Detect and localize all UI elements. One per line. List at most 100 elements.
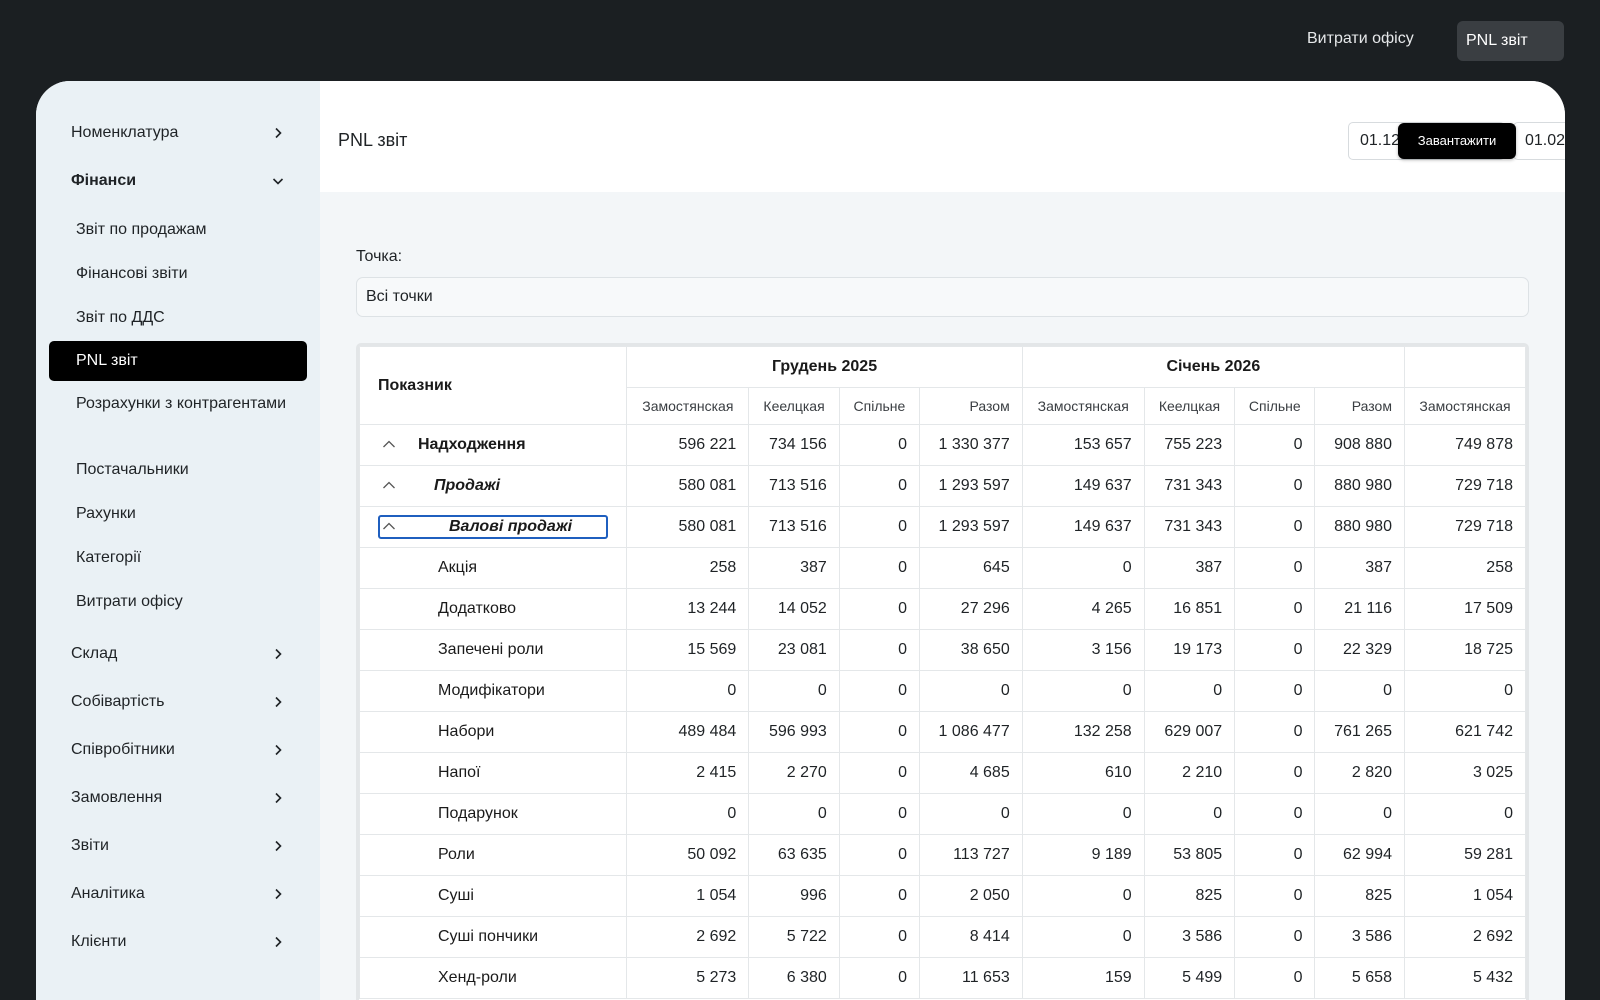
column-header: Замостянская	[626, 387, 750, 425]
sidebar-group-звіти[interactable]: Звіти	[71, 834, 286, 858]
sidebar-item-звіт-по-продажам[interactable]: Звіт по продажам	[49, 219, 307, 241]
table-cell: 387	[748, 547, 840, 589]
sidebar-item-звіт-по-ддс[interactable]: Звіт по ДДС	[49, 307, 307, 329]
table-cell: 1 086 477	[919, 711, 1023, 753]
row-label-cell: Запечені роли	[359, 629, 628, 671]
column-header: Кеелцкая	[1143, 387, 1236, 425]
sidebar-group-собівартість[interactable]: Собівартість	[71, 690, 286, 714]
sidebar-group-замовлення[interactable]: Замовлення	[71, 786, 286, 810]
collapse-toggle[interactable]	[380, 436, 398, 454]
table-cell: 0	[838, 752, 921, 794]
chevron-down-icon	[270, 173, 286, 189]
sidebar-item-label: PNL звіт	[76, 352, 138, 369]
table-cell: 16 851	[1143, 588, 1236, 630]
table-cell: 749 878	[1403, 424, 1526, 466]
table-cell: 2 415	[626, 752, 750, 794]
row-label: Набори	[438, 723, 495, 740]
table-cell: 159	[1021, 957, 1145, 999]
table-row: Запечені роли 15 569 23 081 0 38 650 3 156 19 …	[359, 629, 1526, 671]
table-cell: 0	[1314, 670, 1405, 712]
sidebar-item-фінансові-звіти[interactable]: Фінансові звіти	[49, 263, 307, 285]
load-button[interactable]: Завантажити	[1398, 123, 1516, 159]
table-cell: 0	[838, 916, 921, 958]
chevron-up-icon	[382, 477, 396, 495]
table-cell: 0	[1234, 424, 1316, 466]
sidebar-group-label: Співробітники	[71, 741, 175, 758]
table-cell: 0	[919, 793, 1023, 835]
table-row: Суші пончики 2 692 5 722 0 8 414 0 3 586 0 3 586…	[359, 916, 1526, 958]
table-cell: 149 637	[1021, 465, 1145, 507]
table-cell: 0	[1021, 875, 1145, 917]
table-cell: 19 173	[1143, 629, 1236, 671]
sidebar-item-рахунки[interactable]: Рахунки	[49, 503, 307, 525]
table-cell: 0	[748, 670, 840, 712]
chevron-right-icon	[270, 790, 286, 806]
column-header: Спільне	[838, 387, 921, 425]
point-filter-select[interactable]: Всі точки	[356, 277, 1529, 317]
table-cell: 0	[838, 670, 921, 712]
table-cell: 2 692	[626, 916, 750, 958]
sidebar-item-pnl-звіт[interactable]: PNL звіт	[49, 341, 307, 381]
table-cell: 27 296	[919, 588, 1023, 630]
table-cell: 387	[1143, 547, 1236, 589]
table-cell: 0	[1021, 916, 1145, 958]
column-header: Кеелцкая	[748, 387, 840, 425]
table-cell: 621 742	[1403, 711, 1526, 753]
table-cell: 21 116	[1314, 588, 1405, 630]
row-label: Суші пончики	[438, 928, 538, 945]
nav-office-expenses[interactable]: Витрати офісу	[1307, 30, 1414, 48]
table-row: Валові продажі 580 081 713 516 0 1 293 597 14…	[359, 506, 1526, 548]
table-cell: 996	[748, 875, 840, 917]
table-cell: 23 081	[748, 629, 840, 671]
sidebar-item-категорії[interactable]: Категорії	[49, 547, 307, 569]
sidebar-group-аналітика[interactable]: Аналітика	[71, 882, 286, 906]
row-label: Додатково	[438, 600, 517, 617]
table-cell: 734 156	[748, 424, 840, 466]
table-cell: 0	[626, 793, 750, 835]
sidebar-item-витрати-офісу[interactable]: Витрати офісу	[49, 591, 307, 613]
table-cell: 0	[1234, 465, 1316, 507]
page-title: PNL звіт	[338, 130, 408, 150]
month-header-empty	[1403, 346, 1526, 389]
sidebar: Номенклатура Фінанси Звіт по продажам Фі…	[36, 81, 320, 1000]
table-cell: 0	[1143, 670, 1236, 712]
row-label-cell: Акція	[359, 547, 628, 589]
indicator-header: Показник	[359, 346, 628, 425]
sidebar-item-розрахунки-з-контрагентами[interactable]: Розрахунки з контрагентами	[49, 393, 307, 415]
sidebar-item-label: Звіт по ДДС	[76, 309, 165, 326]
sidebar-group-співробітники[interactable]: Співробітники	[71, 738, 286, 762]
sidebar-item-label: Категорії	[76, 549, 142, 566]
table-cell: 0	[838, 465, 921, 507]
sidebar-group-label: Номенклатура	[71, 124, 179, 141]
pnl-table: Показник Грудень 2025 Січень 2026 Замост…	[359, 346, 1526, 999]
sidebar-item-постачальники[interactable]: Постачальники	[49, 459, 307, 481]
table-cell: 0	[838, 957, 921, 999]
table-cell: 17 509	[1403, 588, 1526, 630]
sidebar-item-label: Розрахунки з контрагентами	[76, 395, 287, 412]
sidebar-group-клієнти[interactable]: Клієнти	[71, 930, 286, 954]
point-filter-label: Точка:	[356, 248, 403, 265]
sidebar-group-склад[interactable]: Склад	[71, 642, 286, 666]
table-cell: 2 050	[919, 875, 1023, 917]
table-cell: 0	[1021, 793, 1145, 835]
sidebar-group-label: Аналітика	[71, 885, 145, 902]
sidebar-group-label: Замовлення	[71, 789, 163, 806]
table-row: Напої 2 415 2 270 0 4 685 610 2 210 0 2 820 3 025	[359, 752, 1526, 794]
sidebar-group-фінанси[interactable]: Фінанси	[71, 169, 286, 193]
table-cell: 2 210	[1143, 752, 1236, 794]
table-cell: 729 718	[1403, 465, 1526, 507]
table-cell: 4 265	[1021, 588, 1145, 630]
date-to-value: 01.02.2026	[1525, 132, 1565, 149]
table-cell: 0	[626, 670, 750, 712]
top-navigation: Витрати офісу PNL звіт	[0, 0, 1600, 80]
date-to-input[interactable]: 01.02.2026	[1513, 122, 1565, 160]
nav-pnl-report[interactable]: PNL звіт	[1457, 21, 1564, 61]
collapse-toggle[interactable]	[380, 477, 398, 495]
column-header: Замостянская	[1021, 387, 1145, 425]
row-label-cell: Суші	[359, 875, 628, 917]
row-label: Надходження	[418, 436, 526, 453]
table-row: Модифікатори 0 0 0 0 0 0 0 0 0	[359, 670, 1526, 712]
table-cell: 9 189	[1021, 834, 1145, 876]
sidebar-group-номенклатура[interactable]: Номенклатура	[71, 121, 286, 145]
table-cell: 5 432	[1403, 957, 1526, 999]
